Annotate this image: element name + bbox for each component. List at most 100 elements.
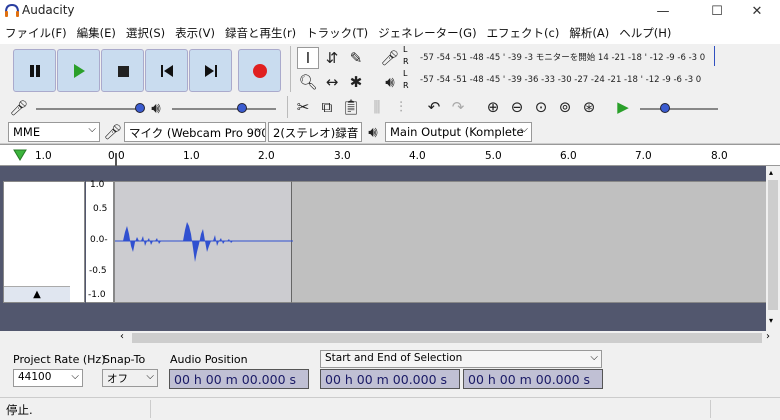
audio-position-time[interactable]: 00 h 00 m 00.000 s (169, 369, 309, 389)
play-speed-thumb[interactable] (660, 103, 670, 113)
silence-icon[interactable]: ⫶ (390, 96, 412, 118)
toolbar-separator (290, 46, 291, 92)
record-meter-marker (714, 46, 715, 66)
snap-to-value: オフ (107, 373, 128, 385)
horizontal-scrollbar[interactable]: ‹ › (0, 331, 780, 345)
record-meter-scale[interactable]: -57 -54 -51 -48 -45 ' -39 -3 モニターを開始 14 … (420, 51, 705, 63)
playback-volume-slider[interactable] (172, 108, 276, 110)
pause-button[interactable] (13, 49, 56, 92)
menu-file[interactable]: ファイル(F) (0, 25, 72, 41)
ruler-tick: 6.0 (560, 150, 577, 162)
trim-icon[interactable]: ⫼ (366, 96, 388, 118)
skip-to-end-button[interactable] (189, 49, 232, 92)
play-button[interactable] (57, 49, 100, 92)
window-title: Audacity (22, 3, 75, 17)
stop-icon (117, 65, 129, 77)
track-vertical-scale[interactable]: 1.0 0.5 0.0- -0.5 -1.0 (86, 180, 114, 303)
zoom-toggle-icon[interactable]: ⊛ (578, 96, 600, 118)
fit-selection-icon[interactable]: ⊙ (530, 96, 552, 118)
menu-analyze[interactable]: 解析(A) (564, 25, 614, 41)
snap-to-label: Snap-To (103, 353, 146, 366)
meter-left-label: L (403, 45, 408, 54)
meter-left-label: L (403, 69, 408, 78)
ruler-tick: 3.0 (334, 150, 351, 162)
menu-help[interactable]: ヘルプ(H) (614, 25, 676, 41)
record-button[interactable] (238, 49, 281, 92)
skip-start-icon (160, 64, 173, 77)
playback-device-value: Main Output (Komplete (390, 125, 524, 139)
play-meter-speaker-icon[interactable]: 🔊︎ (379, 71, 401, 93)
zoom-tool-icon[interactable]: 🔍︎ (297, 71, 319, 93)
cut-icon[interactable]: ✂ (292, 96, 314, 118)
status-divider (710, 400, 711, 418)
menu-generate[interactable]: ジェネレーター(G) (373, 25, 481, 41)
recording-device-select[interactable]: マイク (Webcam Pro 900 ⌵ (124, 122, 266, 142)
menu-edit[interactable]: 編集(E) (72, 25, 121, 41)
audio-host-select[interactable]: MME ⌵ (8, 122, 100, 142)
stop-button[interactable] (101, 49, 144, 92)
redo-icon[interactable]: ↷ (447, 96, 469, 118)
ruler-tick: 2.0 (258, 150, 275, 162)
play-at-speed-icon[interactable]: ▶ (612, 96, 634, 118)
fit-project-icon[interactable]: ⊚ (554, 96, 576, 118)
record-meter-mic-icon[interactable]: 🎤︎ (379, 47, 401, 69)
menu-transport[interactable]: 録音と再生(r) (220, 25, 301, 41)
output-device-speaker-icon: 🔊︎ (368, 123, 378, 141)
minimize-button[interactable]: — (640, 0, 686, 22)
ruler-tick: 8.0 (711, 150, 728, 162)
playback-volume-thumb[interactable] (237, 103, 247, 113)
zoom-out-icon[interactable]: ⊖ (506, 96, 528, 118)
scale-label: 0.0- (90, 235, 108, 245)
input-device-mic-icon: 🎤︎ (103, 123, 123, 141)
menu-tracks[interactable]: トラック(T) (301, 25, 373, 41)
selection-mode-select[interactable]: Start and End of Selection ⌵ (320, 350, 602, 368)
snap-to-select[interactable]: オフ ⌵ (102, 369, 158, 387)
chevron-down-icon: ⌵ (146, 371, 154, 382)
recording-channels-select[interactable]: 2(ステレオ)録音 ⌵ (268, 122, 362, 142)
audio-clip[interactable] (114, 181, 293, 303)
timeline-ruler[interactable]: 1.0 0.0 1.0 2.0 3.0 4.0 5.0 6.0 7.0 8.0 (0, 144, 780, 167)
audio-position-label: Audio Position (170, 353, 248, 366)
scroll-down-icon[interactable]: ▾ (769, 316, 773, 325)
paste-icon[interactable]: 📋︎ (340, 96, 362, 118)
playback-device-select[interactable]: Main Output (Komplete ⌵ (385, 122, 532, 142)
envelope-tool-icon[interactable]: ⇵ (321, 47, 343, 69)
close-button[interactable]: ✕ (734, 0, 780, 22)
recording-channels-value: 2(ステレオ)録音 (273, 126, 359, 140)
waveform (115, 222, 293, 262)
scale-label: -1.0 (88, 290, 106, 300)
vertical-scrollbar[interactable]: ▴ ▾ (766, 166, 780, 331)
chevron-down-icon: ⌵ (590, 352, 598, 363)
zoom-in-icon[interactable]: ⊕ (482, 96, 504, 118)
pin-play-head-icon[interactable] (13, 149, 27, 161)
multi-tool-icon[interactable]: ✱ (345, 71, 367, 93)
track-control-panel[interactable]: ▲ (3, 181, 85, 303)
recording-volume-slider[interactable] (36, 108, 140, 110)
project-rate-label: Project Rate (Hz) (13, 353, 106, 366)
ruler-tick: 7.0 (635, 150, 652, 162)
scroll-up-icon[interactable]: ▴ (769, 168, 773, 177)
skip-to-start-button[interactable] (145, 49, 188, 92)
selection-start-time[interactable]: 00 h 00 m 00.000 s (320, 369, 460, 389)
undo-icon[interactable]: ↶ (423, 96, 445, 118)
selection-tool-icon[interactable]: I (297, 47, 319, 69)
menu-effect[interactable]: エフェクト(c) (482, 25, 565, 41)
recording-volume-thumb[interactable] (135, 103, 145, 113)
menu-view[interactable]: 表示(V) (170, 25, 220, 41)
project-rate-select[interactable]: 44100 ⌵ (13, 369, 83, 387)
draw-tool-icon[interactable]: ✎ (345, 47, 367, 69)
timeshift-tool-icon[interactable]: ↔ (321, 71, 343, 93)
selection-end-time[interactable]: 00 h 00 m 00.000 s (463, 369, 603, 389)
title-bar: Audacity — ☐ ✕ (0, 0, 780, 22)
horizontal-scroll-thumb[interactable] (132, 333, 762, 343)
record-icon (252, 63, 267, 78)
play-meter-scale[interactable]: -57 -54 -51 -48 -45 ' -39 -36 -33 -30 -2… (420, 75, 701, 85)
play-speed-slider[interactable] (640, 108, 718, 110)
vertical-scroll-thumb[interactable] (768, 180, 778, 310)
copy-icon[interactable]: ⧉ (316, 96, 338, 118)
menu-select[interactable]: 選択(S) (121, 25, 170, 41)
collapse-track-button[interactable]: ▲ (4, 286, 70, 302)
scroll-left-icon[interactable]: ‹ (120, 331, 124, 342)
scroll-right-icon[interactable]: › (766, 331, 770, 342)
chevron-down-icon: ⌵ (520, 124, 528, 135)
